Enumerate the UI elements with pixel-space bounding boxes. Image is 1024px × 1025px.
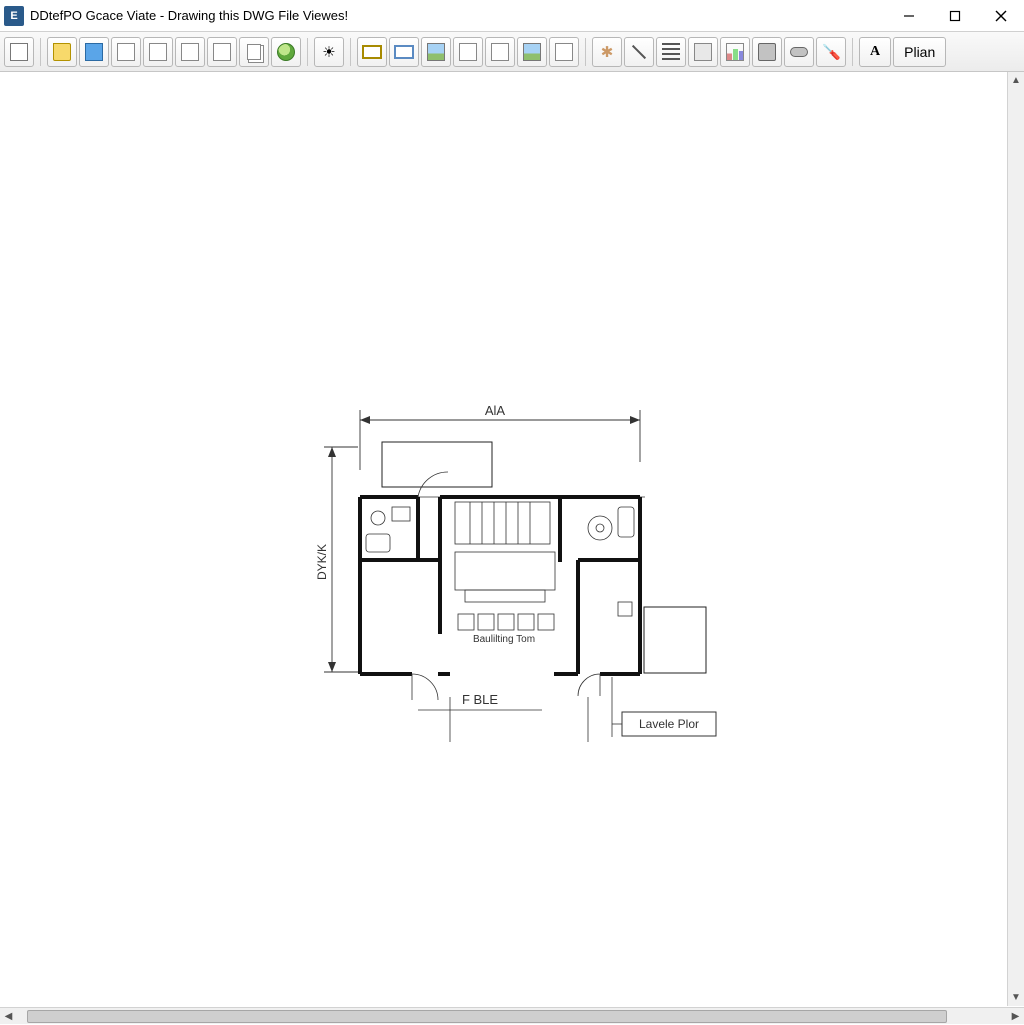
measure-button[interactable]: 🪛: [816, 37, 846, 67]
scroll-down-icon[interactable]: ▼: [1008, 989, 1024, 1006]
image-button[interactable]: [421, 37, 451, 67]
line-icon: [632, 44, 646, 58]
measure-icon: 🪛: [822, 43, 840, 61]
folder-icon: [694, 43, 712, 61]
open-file-button[interactable]: [47, 37, 77, 67]
save-button[interactable]: [79, 37, 109, 67]
window-button[interactable]: [389, 37, 419, 67]
minimize-button[interactable]: [886, 0, 932, 32]
globe-icon: [277, 43, 295, 61]
tag-label: Lavele Plor: [639, 717, 699, 731]
print-preview-icon: [149, 43, 167, 61]
plan-button[interactable]: Plian: [893, 37, 946, 67]
chart-icon: [726, 43, 744, 61]
toolbar-separator: [852, 38, 853, 66]
new-file-icon: [10, 43, 28, 61]
eye-icon: [459, 43, 477, 61]
dimension-left: DYK/K: [315, 447, 358, 672]
toolbar-separator: [585, 38, 586, 66]
save-icon: [85, 43, 103, 61]
room-label: Baulilting Tom: [473, 634, 535, 645]
maximize-button[interactable]: [932, 0, 978, 32]
page-icon-2: [213, 43, 231, 61]
rect-frame-icon: [362, 45, 382, 59]
page-button-2[interactable]: [207, 37, 237, 67]
star-button[interactable]: ✱: [592, 37, 622, 67]
export-icon: [555, 43, 573, 61]
close-button[interactable]: [978, 0, 1024, 32]
dim-top-label: AlA: [485, 403, 506, 418]
exterior-walls: [360, 497, 640, 674]
camera-icon: [758, 43, 776, 61]
tape-icon: [790, 47, 808, 57]
vertical-scrollbar[interactable]: ▲ ▼: [1007, 72, 1024, 1006]
titlebar: E DDtefPO Gcace Viate - Drawing this DWG…: [0, 0, 1024, 32]
star-icon: ✱: [601, 43, 614, 61]
list-icon: [662, 43, 680, 61]
pages-button[interactable]: [239, 37, 269, 67]
text-tool-button[interactable]: A: [859, 37, 891, 67]
sun-button[interactable]: ☀: [314, 37, 344, 67]
folder-button[interactable]: [688, 37, 718, 67]
colorwheel-icon: [491, 43, 509, 61]
scroll-right-icon[interactable]: ▶: [1007, 1008, 1024, 1025]
drawing-canvas[interactable]: AlA DYK/K: [0, 72, 1024, 1006]
layers-icon: [523, 43, 541, 61]
dim-left-label: DYK/K: [315, 544, 329, 580]
dimension-top: AlA: [360, 403, 640, 470]
print-preview-button[interactable]: [143, 37, 173, 67]
page-setup-icon: [117, 43, 135, 61]
window-icon: [394, 45, 414, 59]
toolbar-separator: [40, 38, 41, 66]
page-setup-button[interactable]: [111, 37, 141, 67]
scroll-track[interactable]: [17, 1008, 1007, 1025]
image-icon: [427, 43, 445, 61]
sun-icon: ☀: [322, 43, 335, 61]
export-button[interactable]: [549, 37, 579, 67]
line-button[interactable]: [624, 37, 654, 67]
floor-plan-drawing: AlA DYK/K: [300, 342, 730, 742]
toolbar: ☀ ✱ 🪛 A Plian: [0, 32, 1024, 72]
bottom-label: F BLE: [462, 692, 498, 707]
scroll-thumb[interactable]: [27, 1010, 947, 1023]
tape-button[interactable]: [784, 37, 814, 67]
toolbar-separator: [307, 38, 308, 66]
toolbar-separator: [350, 38, 351, 66]
colorwheel-button[interactable]: [485, 37, 515, 67]
chart-button[interactable]: [720, 37, 750, 67]
globe-button[interactable]: [271, 37, 301, 67]
frame-button[interactable]: [357, 37, 387, 67]
pages-icon: [247, 44, 261, 60]
page-icon-1: [181, 43, 199, 61]
layers-button[interactable]: [517, 37, 547, 67]
list-button[interactable]: [656, 37, 686, 67]
window-controls: [886, 0, 1024, 31]
page-button-1[interactable]: [175, 37, 205, 67]
plan-tag: Lavele Plor: [622, 712, 716, 736]
eye-button[interactable]: [453, 37, 483, 67]
scroll-left-icon[interactable]: ◀: [0, 1008, 17, 1025]
window-title: DDtefPO Gcace Viate - Drawing this DWG F…: [30, 8, 886, 23]
new-file-button[interactable]: [4, 37, 34, 67]
camera-button[interactable]: [752, 37, 782, 67]
scroll-up-icon[interactable]: ▲: [1008, 72, 1024, 89]
open-file-icon: [53, 43, 71, 61]
horizontal-scrollbar[interactable]: ◀ ▶: [0, 1007, 1024, 1024]
app-icon: E: [4, 6, 24, 26]
